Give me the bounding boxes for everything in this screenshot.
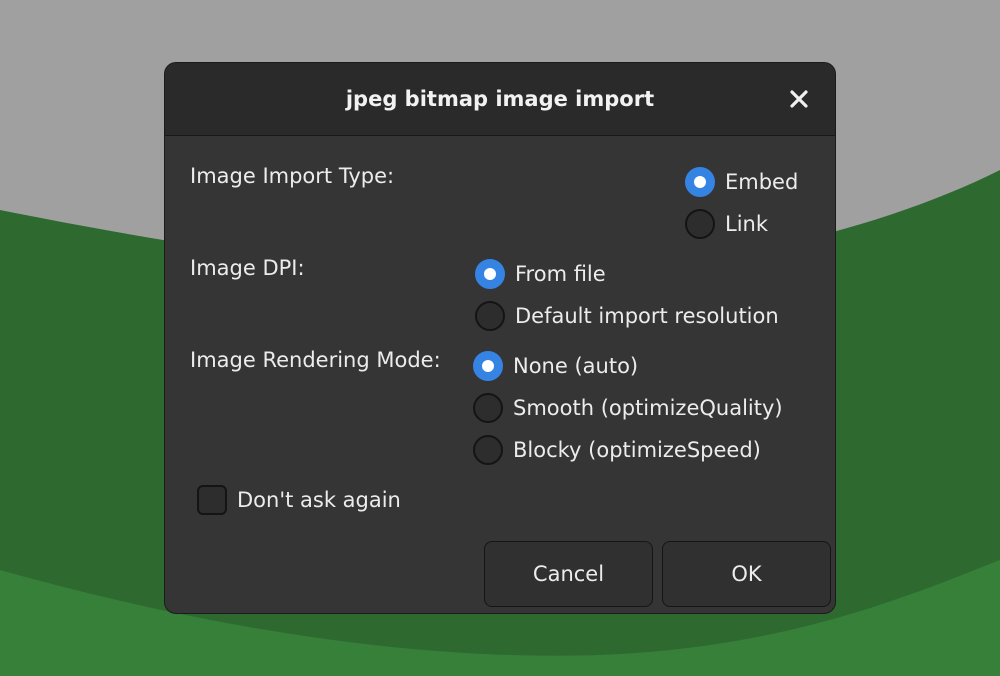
- radio-indicator: [685, 209, 715, 239]
- radio-label: Blocky (optimizeSpeed): [513, 438, 761, 462]
- radio-blocky[interactable]: Blocky (optimizeSpeed): [473, 433, 761, 467]
- radio-label: None (auto): [513, 354, 639, 378]
- import-type-label: Image Import Type:: [190, 164, 395, 188]
- cancel-button[interactable]: Cancel: [484, 541, 653, 607]
- radio-embed[interactable]: Embed: [685, 165, 798, 199]
- dont-ask-again-checkbox[interactable]: Don't ask again: [197, 483, 401, 517]
- ok-button[interactable]: OK: [662, 541, 831, 607]
- radio-indicator: [473, 393, 503, 423]
- import-dialog: jpeg bitmap image import Image Import Ty…: [164, 62, 836, 614]
- radio-indicator: [473, 435, 503, 465]
- radio-label: Smooth (optimizeQuality): [513, 396, 783, 420]
- dialog-title: jpeg bitmap image import: [345, 87, 655, 111]
- radio-indicator: [685, 167, 715, 197]
- radio-none-auto[interactable]: None (auto): [473, 349, 638, 383]
- radio-indicator: [475, 301, 505, 331]
- radio-link[interactable]: Link: [685, 207, 768, 241]
- radio-indicator: [475, 259, 505, 289]
- radio-label: Embed: [725, 170, 799, 194]
- dpi-label: Image DPI:: [190, 256, 305, 280]
- close-icon: [790, 90, 808, 108]
- radio-label: From file: [515, 262, 606, 286]
- radio-label: Default import resolution: [515, 304, 779, 328]
- close-button[interactable]: [785, 85, 813, 113]
- rendering-mode-label: Image Rendering Mode:: [190, 348, 441, 372]
- radio-default-resolution[interactable]: Default import resolution: [475, 299, 779, 333]
- checkbox-indicator: [197, 485, 227, 515]
- radio-label: Link: [725, 212, 769, 236]
- radio-from-file[interactable]: From file: [475, 257, 606, 291]
- dialog-titlebar: jpeg bitmap image import: [165, 63, 835, 136]
- checkbox-label: Don't ask again: [237, 488, 401, 512]
- radio-indicator: [473, 351, 503, 381]
- radio-smooth[interactable]: Smooth (optimizeQuality): [473, 391, 783, 425]
